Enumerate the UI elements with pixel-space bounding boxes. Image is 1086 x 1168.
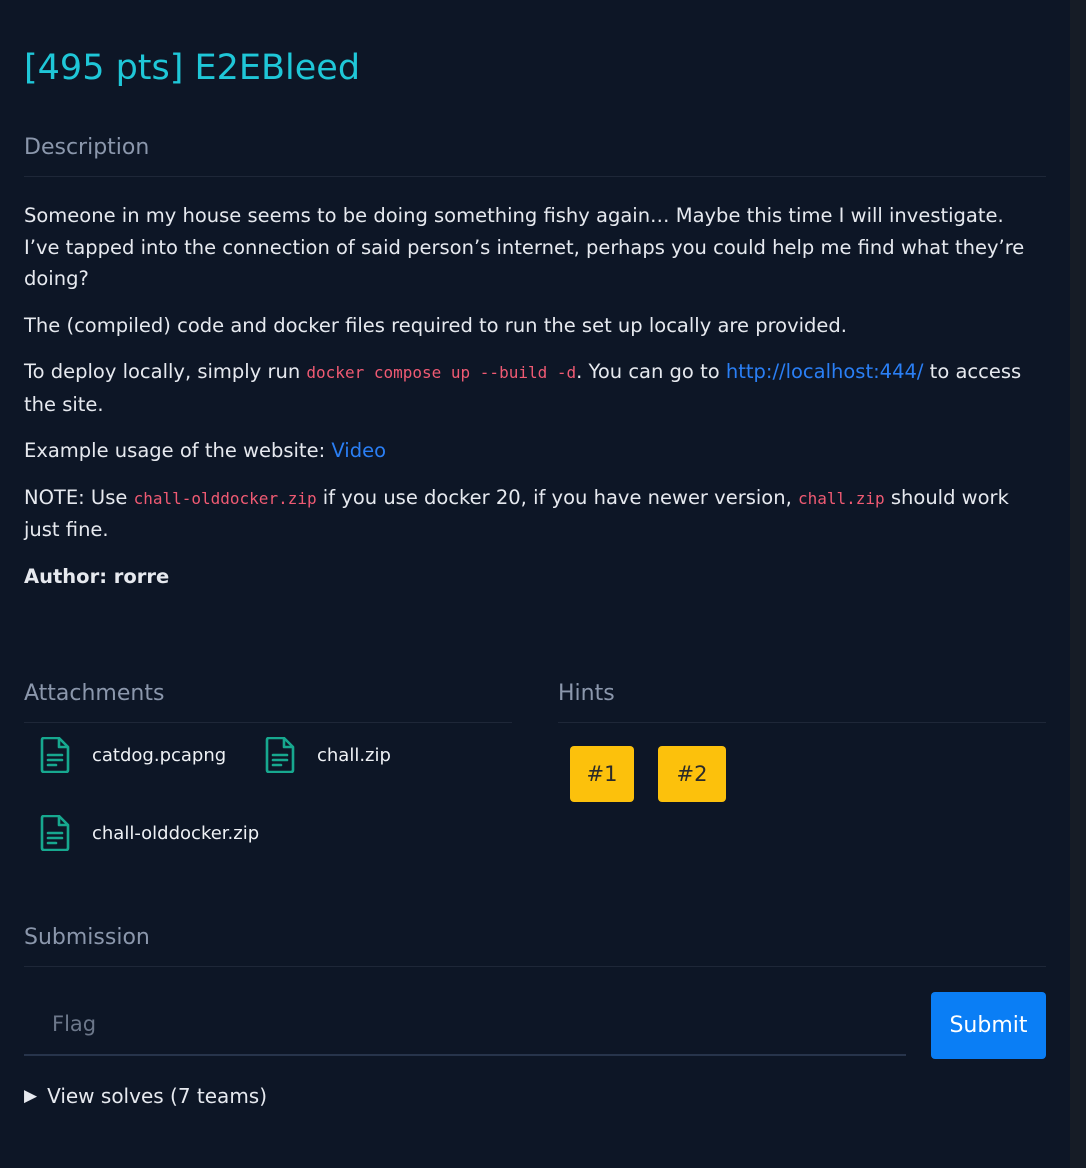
submit-button[interactable]: Submit bbox=[931, 992, 1046, 1059]
hints-heading: Hints bbox=[558, 681, 615, 706]
attachment-catdog-pcapng[interactable]: catdog.pcapng bbox=[40, 735, 226, 775]
file-icon bbox=[40, 815, 70, 851]
view-solves-label: View solves (7 teams) bbox=[47, 1084, 268, 1108]
challenge-page: [495 pts] E2EBleed Description Someone i… bbox=[0, 0, 1070, 1168]
author-line: Author: rorre bbox=[24, 564, 170, 588]
scrollbar[interactable] bbox=[1070, 0, 1086, 1168]
attachment-chall-olddocker-zip[interactable]: chall-olddocker.zip bbox=[40, 813, 259, 853]
olddocker-zip-code: chall-olddocker.zip bbox=[133, 488, 317, 508]
attachment-name: chall.zip bbox=[317, 744, 391, 766]
deploy-text: To deploy locally, simply run bbox=[24, 360, 307, 383]
submission-divider bbox=[24, 966, 1046, 967]
note-text: NOTE: Use bbox=[24, 485, 134, 509]
chall-zip-code: chall.zip bbox=[797, 488, 885, 508]
description-body: Someone in my house seems to be doing so… bbox=[24, 200, 1034, 607]
description-paragraph-2: The (compiled) code and docker files req… bbox=[24, 313, 847, 337]
file-icon bbox=[40, 737, 70, 773]
description-divider bbox=[24, 176, 1046, 177]
file-icon bbox=[265, 737, 295, 773]
hints-divider bbox=[558, 722, 1046, 723]
note-text-middle: if you use docker 20, if you have newer … bbox=[316, 485, 798, 509]
attachment-chall-zip[interactable]: chall.zip bbox=[265, 735, 391, 775]
description-paragraph-4: Example usage of the website: Video bbox=[24, 435, 1034, 467]
video-link[interactable]: Video bbox=[331, 439, 386, 462]
localhost-link[interactable]: http://localhost:444/ bbox=[726, 360, 924, 383]
challenge-title: [495 pts] E2EBleed bbox=[24, 48, 361, 88]
flag-input[interactable] bbox=[24, 994, 906, 1056]
submission-heading: Submission bbox=[24, 925, 150, 950]
description-paragraph-3: To deploy locally, simply run docker com… bbox=[24, 356, 1034, 420]
example-usage-text: Example usage of the website: bbox=[24, 439, 332, 462]
triangle-right-icon: ▶ bbox=[24, 1086, 38, 1106]
attachments-heading: Attachments bbox=[24, 681, 165, 706]
description-paragraph-5: NOTE: Use chall-olddocker.zip if you use… bbox=[24, 482, 1034, 546]
view-solves-toggle[interactable]: ▶ View solves (7 teams) bbox=[24, 1084, 267, 1108]
attachments-divider bbox=[24, 722, 512, 723]
docker-command-code: docker compose up --build -d bbox=[306, 363, 577, 382]
description-heading: Description bbox=[24, 135, 150, 160]
attachment-name: chall-olddocker.zip bbox=[92, 822, 260, 844]
attachment-name: catdog.pcapng bbox=[92, 744, 227, 766]
hint-1-button[interactable]: #1 bbox=[570, 746, 634, 802]
description-paragraph-1: Someone in my house seems to be doing so… bbox=[24, 204, 1025, 290]
hint-2-button[interactable]: #2 bbox=[658, 746, 726, 802]
deploy-text-middle: . You can go to bbox=[576, 360, 726, 383]
